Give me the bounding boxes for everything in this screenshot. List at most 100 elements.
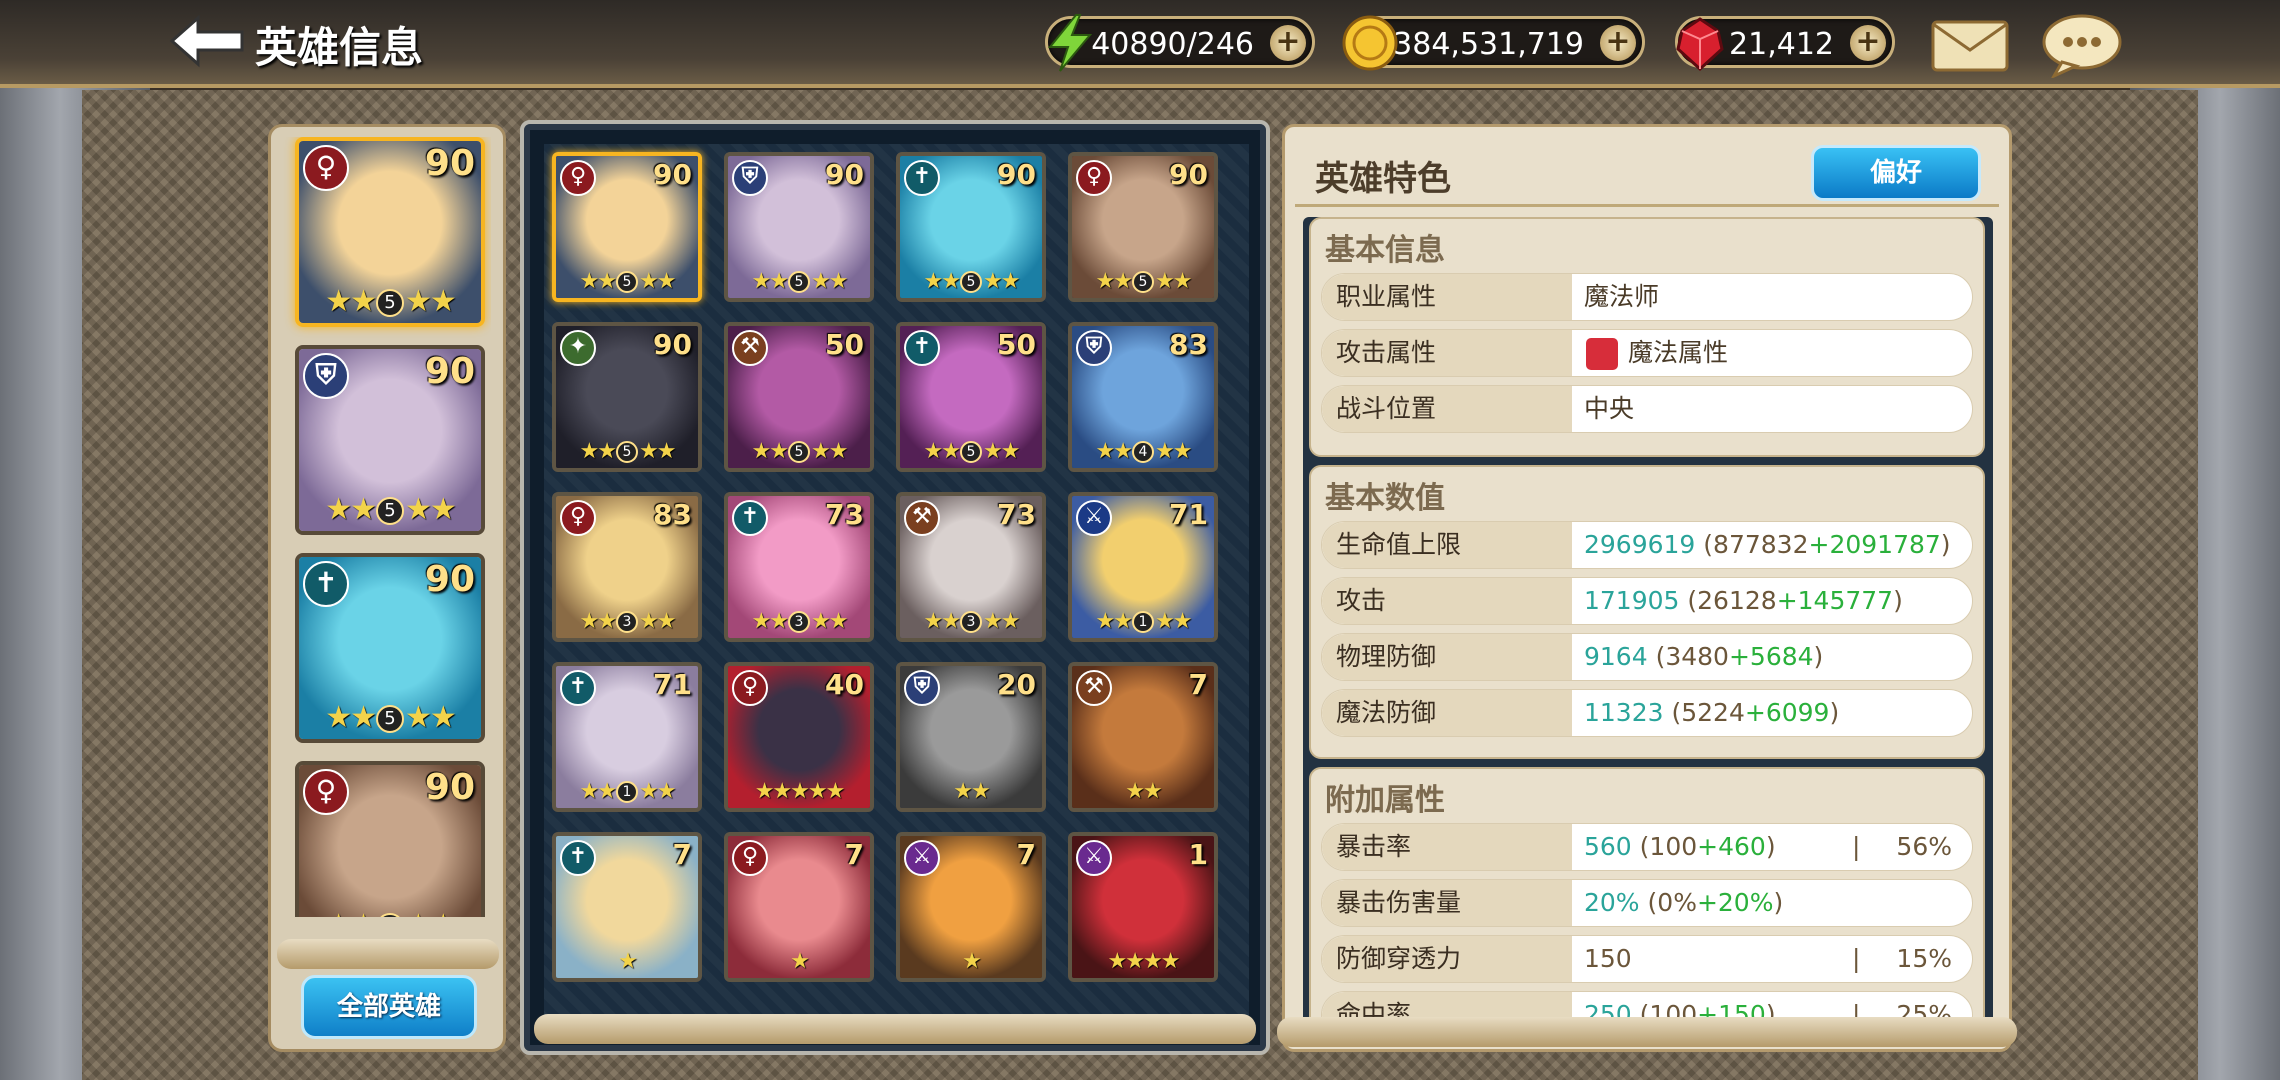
stars-right: ★★ [639, 269, 676, 294]
mail-icon[interactable] [1930, 16, 2010, 74]
stars-left: ★★ [579, 609, 617, 634]
add-gold-button[interactable]: + [1600, 25, 1636, 61]
class-icon: ⛨ [732, 160, 768, 196]
star-rating: ★★5★★ [299, 492, 481, 527]
row-value: 魔法师 [1584, 282, 1660, 311]
hero-card[interactable]: ⛨ 20 ★★ [896, 662, 1046, 812]
stars-right: ★★ [405, 700, 457, 735]
stat-total: 9164 [1584, 642, 1648, 671]
add-gems-button[interactable]: + [1850, 25, 1886, 61]
row-label: 职业属性 [1322, 274, 1572, 320]
stars-left: ★★ [325, 284, 377, 319]
gem-value: 21,412 [1729, 27, 1834, 62]
class-icon: ⚔ [904, 840, 940, 876]
hero-card[interactable]: ♀ 90 ★★ 5 ★★ [1068, 152, 1218, 302]
star-count: 1 [616, 781, 638, 803]
hero-card[interactable]: ♀ 90 ★★ 5 ★★ [552, 152, 702, 302]
stars-right: ★★ [639, 609, 676, 634]
hero-card[interactable]: ⚔ 71 ★★ 1 ★★ [1068, 492, 1218, 642]
team-slot[interactable]: ✝ 90 ★★ 5 ★★ [295, 553, 485, 743]
stat-percent: 15% [1896, 944, 1952, 973]
chat-icon[interactable] [2040, 12, 2124, 78]
class-icon: ✦ [560, 330, 596, 366]
preference-button[interactable]: 偏好 [1811, 145, 1981, 201]
class-icon: ⛨ [303, 353, 349, 399]
stat-base: (26128 [1687, 586, 1777, 615]
hero-card[interactable]: ✦ 90 ★★ 5 ★★ [552, 322, 702, 472]
hero-level: 90 [1169, 158, 1208, 191]
team-slot[interactable]: ⛨ 90 ★★ 5 ★★ [295, 345, 485, 535]
stat-bonus: +2091787 [1808, 530, 1941, 559]
hero-card[interactable]: ⚔ 7 ★ [896, 832, 1046, 982]
info-scroll-area[interactable]: 基本信息 职业属性 魔法师 攻击属性 魔法属性 战斗位置 中央 基本数值 生命值… [1303, 217, 1993, 1037]
gold-value: 384,531,719 [1393, 27, 1584, 62]
row-label: 战斗位置 [1322, 386, 1572, 432]
hero-level: 40 [825, 668, 864, 701]
stars-left: ★★ [953, 779, 990, 804]
hero-card[interactable]: ⚒ 50 ★★ 5 ★★ [724, 322, 874, 472]
stat-row: 暴击伤害量 20% (0%+20%) [1321, 879, 1973, 927]
hero-card[interactable]: ⚔ 1 ★★★★ [1068, 832, 1218, 982]
stat-total: 2969619 [1584, 530, 1696, 559]
class-icon: ⛨ [904, 670, 940, 706]
hero-level: 90 [653, 328, 692, 361]
team-slot[interactable]: ♀ 90 ★★5★★ [295, 761, 485, 917]
stars-left: ★★★★★ [754, 779, 846, 804]
stars-left: ★★ [1095, 269, 1133, 294]
back-arrow-icon[interactable] [168, 14, 246, 68]
stars-left: ★★ [579, 269, 617, 294]
hero-card[interactable]: ✝ 90 ★★ 5 ★★ [896, 152, 1046, 302]
hero-card[interactable]: ♀ 83 ★★ 3 ★★ [552, 492, 702, 642]
hero-card[interactable]: ⚒ 73 ★★ 3 ★★ [896, 492, 1046, 642]
star-rating: ★ [556, 949, 698, 974]
stat-base: (3480 [1655, 642, 1729, 671]
hero-card[interactable]: ♀ 40 ★★★★★ [724, 662, 874, 812]
divider: | [1852, 832, 1861, 861]
star-rating: ★★ 3 ★★ [556, 609, 698, 634]
stars-right: ★★ [639, 439, 676, 464]
stat-bonus: +6099 [1744, 698, 1830, 727]
team-list: ♀ 90 ★★5★★ ⛨ 90 ★★5★★ ✝ 90 ★★5★★ ♀ 90 ★★… [283, 137, 491, 917]
hero-card[interactable]: ⛨ 83 ★★ 4 ★★ [1068, 322, 1218, 472]
class-icon: ♀ [303, 145, 349, 191]
ornament-divider [1277, 1017, 2017, 1047]
stat-total: 150 [1584, 944, 1632, 973]
team-slot[interactable]: ♀ 90 ★★5★★ [295, 137, 485, 327]
info-row: 战斗位置 中央 [1321, 385, 1973, 433]
team-panel: ♀ 90 ★★5★★ ⛨ 90 ★★5★★ ✝ 90 ★★5★★ ♀ 90 ★★… [268, 124, 506, 1052]
hero-card[interactable]: ♀ 7 ★ [724, 832, 874, 982]
hero-card[interactable]: ✝ 50 ★★ 5 ★★ [896, 322, 1046, 472]
all-heroes-button[interactable]: 全部英雄 [301, 975, 477, 1039]
star-count: 5 [1132, 271, 1154, 293]
stat-close: ) [1765, 832, 1776, 861]
divider: | [1852, 944, 1861, 973]
hero-level: 71 [1169, 498, 1208, 531]
stars-left: ★ [790, 949, 810, 974]
hero-card[interactable]: ⚒ 7 ★★ [1068, 662, 1218, 812]
info-row: 攻击属性 魔法属性 [1321, 329, 1973, 377]
hero-card[interactable]: ✝ 73 ★★ 3 ★★ [724, 492, 874, 642]
hero-level: 50 [825, 328, 864, 361]
top-bar: 英雄信息 40890/246 + 384,531,719 + 21,412 + [0, 0, 2280, 88]
stars-right: ★★ [639, 779, 676, 804]
stat-value: 9164 (3480+5684) [1584, 634, 1823, 680]
stars-right: ★★ [405, 492, 457, 527]
hero-card[interactable]: ✝ 71 ★★ 1 ★★ [552, 662, 702, 812]
row-label: 防御穿透力 [1322, 936, 1572, 982]
hero-level: 20 [997, 668, 1036, 701]
stat-close: ) [1813, 642, 1824, 671]
hero-card[interactable]: ⛨ 90 ★★ 5 ★★ [724, 152, 874, 302]
class-icon: ✝ [732, 500, 768, 536]
star-count: 5 [376, 496, 404, 525]
star-rating: ★★5★★ [728, 439, 870, 464]
section-title: 基本数值 [1325, 481, 1445, 516]
hero-card[interactable]: ✝ 7 ★ [552, 832, 702, 982]
stat-total: 560 [1584, 832, 1632, 861]
hero-level: 90 [825, 158, 864, 191]
class-icon: ✝ [904, 160, 940, 196]
hero-info-panel: 英雄特色 偏好 基本信息 职业属性 魔法师 攻击属性 魔法属性 战斗位置 中央 … [1277, 124, 2017, 1052]
hero-level: 71 [653, 668, 692, 701]
row-value: 中央 [1584, 394, 1635, 423]
add-stamina-button[interactable]: + [1270, 25, 1306, 61]
stat-value: 150 [1584, 936, 1632, 982]
